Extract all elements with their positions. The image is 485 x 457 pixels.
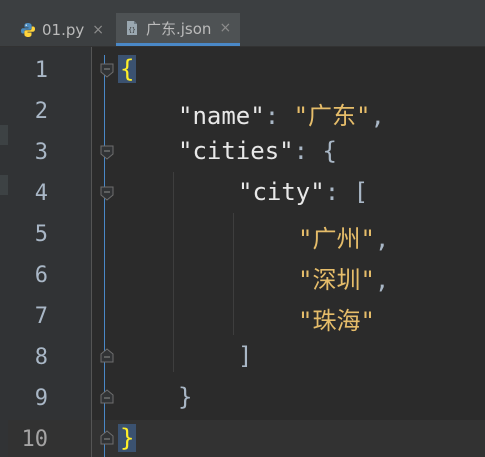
- fold-end-icon[interactable]: [99, 348, 115, 364]
- code-line-4[interactable]: "city": [: [238, 178, 368, 206]
- indent-guide: [233, 213, 234, 335]
- editor-tab-bar: 01.py × {} 广东.json ×: [0, 0, 485, 47]
- svg-text:{}: {}: [128, 27, 135, 34]
- code-line-10[interactable]: }: [118, 424, 137, 452]
- close-tab-icon[interactable]: ×: [219, 20, 231, 36]
- python-file-icon: [20, 22, 36, 38]
- json-key: "city": [238, 178, 325, 206]
- json-string: "广东": [293, 102, 371, 130]
- punctuation: : {: [293, 137, 337, 165]
- json-key: "cities": [178, 137, 294, 165]
- colon: :: [264, 102, 294, 130]
- code-line-6[interactable]: "深圳",: [298, 260, 389, 295]
- line-number: 4: [34, 181, 48, 206]
- json-string: "广州": [298, 225, 375, 253]
- code-line-9[interactable]: }: [178, 383, 192, 411]
- current-line-highlight: [92, 420, 485, 457]
- line-number: 5: [34, 222, 48, 247]
- line-number: 2: [34, 99, 48, 124]
- tab-guangdong-json[interactable]: {} 广东.json ×: [116, 13, 240, 46]
- tab-label: 广东.json: [146, 19, 212, 38]
- fold-open-icon[interactable]: [99, 62, 115, 78]
- close-brace: }: [178, 383, 193, 411]
- code-line-3[interactable]: "cities": {: [178, 137, 337, 165]
- json-string: "珠海": [298, 307, 375, 335]
- fold-open-icon[interactable]: [99, 185, 115, 201]
- tab-01-py[interactable]: 01.py ×: [20, 13, 112, 46]
- left-tool-strip: [0, 47, 8, 457]
- code-line-1[interactable]: {: [118, 55, 137, 83]
- matched-brace: {: [118, 55, 137, 83]
- code-line-2[interactable]: "name": "广东",: [178, 96, 385, 131]
- tab-label: 01.py: [42, 20, 85, 39]
- close-tab-icon[interactable]: ×: [92, 22, 104, 38]
- punctuation: : [: [324, 178, 369, 206]
- line-number: 9: [34, 386, 48, 411]
- comma: ,: [374, 225, 390, 253]
- close-bracket: ]: [238, 342, 253, 370]
- line-number: 3: [34, 140, 48, 165]
- line-number: 8: [34, 345, 48, 370]
- json-file-icon: {}: [124, 20, 140, 36]
- fold-open-icon[interactable]: [99, 144, 115, 160]
- comma: ,: [370, 102, 385, 130]
- code-line-7[interactable]: "珠海": [298, 301, 375, 336]
- left-strip-marker: [0, 175, 8, 195]
- json-string: "深圳": [298, 266, 375, 294]
- code-line-8[interactable]: ]: [238, 342, 252, 370]
- comma: ,: [374, 266, 390, 294]
- json-key: "name": [178, 102, 265, 130]
- matched-brace: }: [118, 424, 137, 452]
- code-line-5[interactable]: "广州",: [298, 219, 389, 254]
- line-number: 7: [34, 304, 48, 329]
- line-number: 1: [34, 58, 48, 83]
- indent-guide: [173, 172, 174, 372]
- left-strip-marker: [0, 125, 8, 145]
- line-number: 6: [34, 263, 48, 288]
- fold-end-icon[interactable]: [99, 389, 115, 405]
- line-number: 10: [21, 427, 49, 452]
- fold-end-icon[interactable]: [99, 430, 115, 446]
- gutter-separator: [91, 47, 92, 457]
